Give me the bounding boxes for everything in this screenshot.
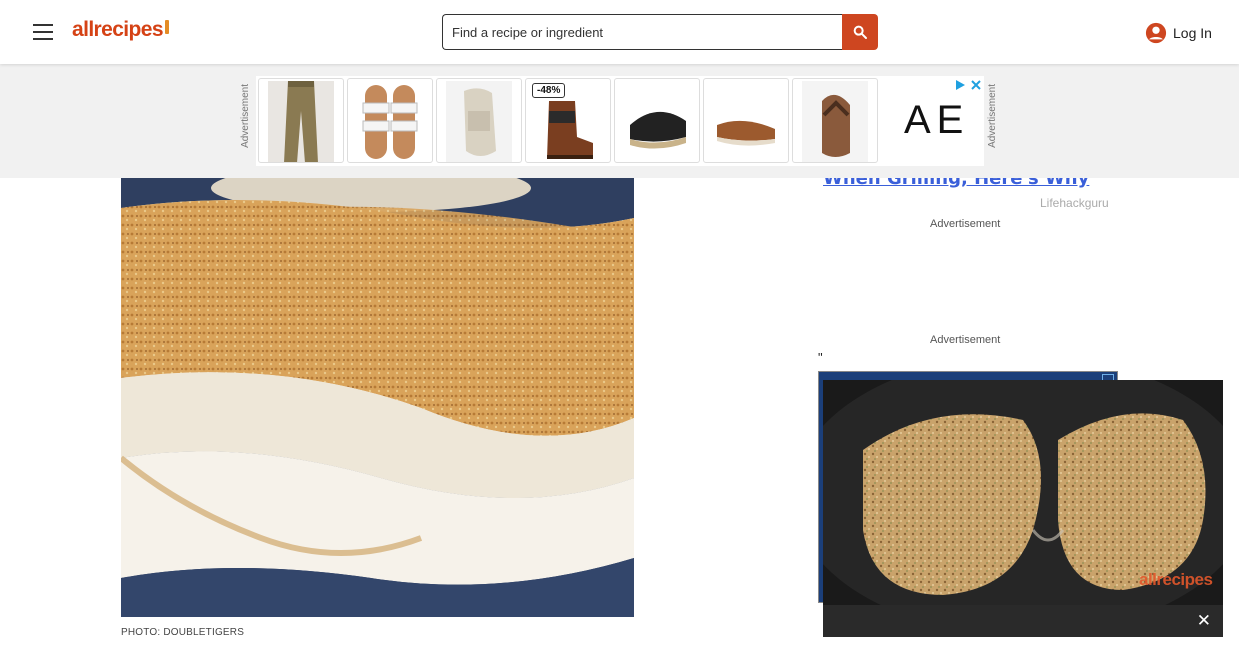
allrecipes-logo[interactable]: allrecipes <box>72 18 169 42</box>
search-input[interactable] <box>442 14 844 50</box>
ad-choices[interactable] <box>954 79 982 91</box>
sponsored-source[interactable]: Lifehackguru <box>1040 196 1109 210</box>
recipe-photo[interactable] <box>121 178 634 617</box>
ad-product-flip-flop[interactable] <box>792 78 878 163</box>
ad-label-left: Advertisement <box>240 84 251 148</box>
ad-product-carousel: -48% AE <box>256 76 984 166</box>
espadrille-image <box>624 81 690 162</box>
ad-product-espadrille[interactable] <box>614 78 700 163</box>
video-control-bar: ✕ <box>823 605 1223 637</box>
site-header: allrecipes Log In <box>0 0 1239 64</box>
ad-product-boot[interactable]: -48% <box>525 78 611 163</box>
login-button[interactable]: Log In <box>1145 22 1212 44</box>
sidebar-ad-label-2: Advertisement <box>930 334 1001 346</box>
ad-product-sneaker[interactable] <box>436 78 522 163</box>
login-label: Log In <box>1173 25 1212 41</box>
photo-credit: PHOTO: DOUBLETIGERS <box>121 627 245 638</box>
ad-label-right: Advertisement <box>987 84 998 148</box>
sidebar-ad-label: Advertisement <box>930 218 1001 230</box>
discount-badge: -48% <box>532 83 566 98</box>
floating-video-player[interactable]: allrecipes ✕ <box>823 380 1223 637</box>
fish-fillet-image <box>121 178 634 617</box>
sneaker-image <box>446 81 512 162</box>
top-ad-banner: Advertisement Advertisement -48% AE <box>0 64 1239 178</box>
close-icon[interactable]: ✕ <box>1197 611 1211 631</box>
sandals-image <box>357 81 423 162</box>
search-bar <box>442 14 878 50</box>
page: allrecipes Log In Advertisement Advertis… <box>0 0 1239 653</box>
ad-brand-logo[interactable]: AE <box>904 98 969 143</box>
boat-shoe-image <box>713 81 779 162</box>
ad-close-icon[interactable] <box>970 79 982 91</box>
ad-product-boat-shoe[interactable] <box>703 78 789 163</box>
flip-flop-image <box>802 81 868 162</box>
search-icon <box>853 25 867 39</box>
ad-product-sandals[interactable] <box>347 78 433 163</box>
logo-text: allrecipes <box>72 18 164 41</box>
ad-choices-play-icon[interactable] <box>954 79 966 91</box>
search-button[interactable] <box>842 14 878 50</box>
stray-quote-text: " <box>818 350 823 365</box>
hamburger-menu-icon[interactable] <box>33 24 53 40</box>
video-watermark: allrecipes <box>1139 570 1213 589</box>
pants-image <box>268 81 334 162</box>
ad-product-pants[interactable] <box>258 78 344 163</box>
account-icon <box>1145 22 1167 44</box>
